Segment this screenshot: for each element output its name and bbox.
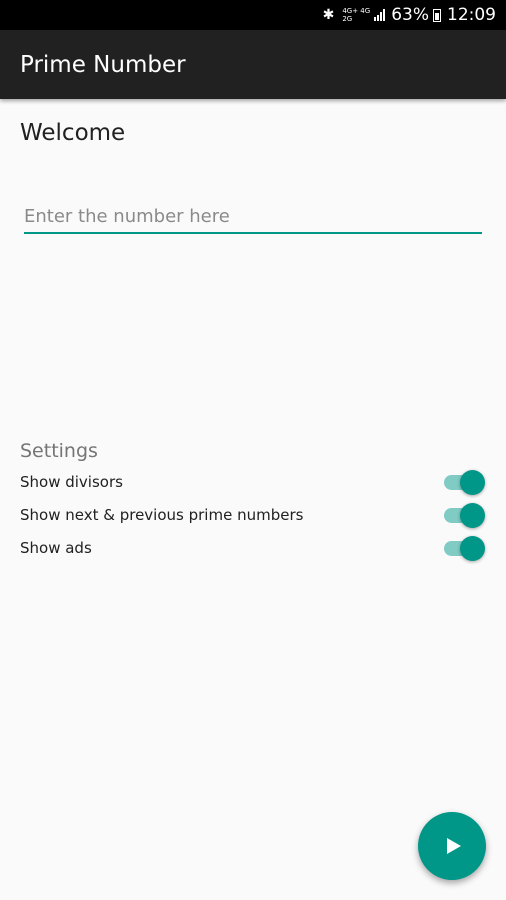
- number-input-container: [24, 200, 482, 234]
- setting-label: Show ads: [20, 539, 92, 557]
- setting-row-show-ads: Show ads: [20, 533, 486, 563]
- show-divisors-toggle[interactable]: [444, 469, 486, 495]
- app-bar: Prime Number: [0, 30, 506, 99]
- signal-strength-icon: [374, 9, 386, 21]
- toggle-thumb: [460, 536, 485, 561]
- network-top-label: 4G+ 4G: [342, 7, 371, 15]
- app-title: Prime Number: [20, 51, 186, 78]
- status-bar: ✱ 4G+ 4G 2G 63% 12:09: [0, 0, 506, 30]
- setting-label: Show divisors: [20, 473, 123, 491]
- status-time: 12:09: [447, 5, 496, 25]
- battery-icon: [433, 8, 441, 22]
- setting-row-show-divisors: Show divisors: [20, 467, 486, 497]
- welcome-heading: Welcome: [20, 120, 126, 146]
- toggle-thumb: [460, 503, 485, 528]
- setting-row-show-next-previous-primes: Show next & previous prime numbers: [20, 500, 486, 530]
- show-next-previous-primes-toggle[interactable]: [444, 502, 486, 528]
- run-fab-button[interactable]: [418, 812, 486, 880]
- bluetooth-icon: ✱: [322, 7, 335, 23]
- network-indicator: 4G+ 4G 2G: [342, 7, 370, 23]
- number-input[interactable]: [24, 200, 482, 234]
- setting-label: Show next & previous prime numbers: [20, 506, 304, 524]
- toggle-thumb: [460, 470, 485, 495]
- network-bottom-label: 2G: [342, 15, 353, 23]
- settings-header: Settings: [20, 440, 98, 462]
- play-icon: [447, 838, 461, 854]
- battery-percent: 63%: [391, 5, 429, 25]
- show-ads-toggle[interactable]: [444, 535, 486, 561]
